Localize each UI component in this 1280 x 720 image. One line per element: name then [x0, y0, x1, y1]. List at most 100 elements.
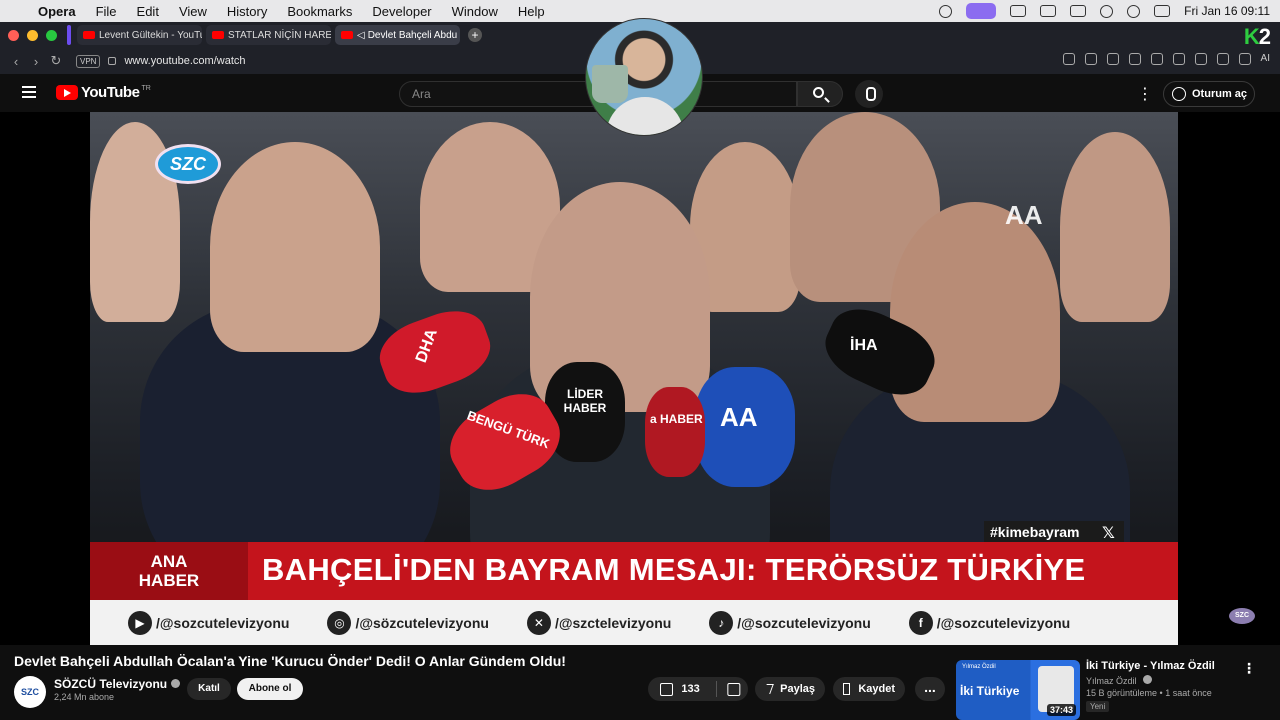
cube-icon[interactable] [1238, 53, 1251, 65]
mic-label: LİDER HABER [563, 387, 607, 415]
recommended-thumbnail[interactable]: Yılmaz Özdil İki Türkiye 37:43 [956, 660, 1080, 720]
menu-bookmarks[interactable]: Bookmarks [287, 4, 352, 19]
save-button[interactable]: Kaydet [833, 677, 905, 701]
play-icon[interactable] [1150, 53, 1163, 65]
speaker-icon[interactable]: ◁ [357, 30, 365, 41]
x-icon: ✕ [526, 610, 551, 635]
menu-edit[interactable]: Edit [137, 4, 159, 19]
social-handle: /@sozcutelevizyonu [156, 614, 290, 631]
focus-moon-icon[interactable] [1100, 4, 1114, 18]
camera-icon[interactable] [1084, 53, 1097, 65]
channel-avatar[interactable]: SZC [14, 676, 46, 708]
youtube-favicon-icon [341, 31, 353, 39]
new-badge: Yeni [1086, 701, 1110, 712]
zoom-window-button[interactable] [46, 29, 57, 41]
menu-window[interactable]: Window [452, 4, 498, 19]
social-youtube: ▶ /@sozcutelevizyonu [128, 610, 290, 635]
window-controls [8, 29, 57, 41]
reload-button[interactable]: ↻ [46, 53, 66, 69]
search-button[interactable] [797, 81, 843, 107]
battery-icon[interactable] [1070, 5, 1087, 17]
menu-clock[interactable]: Fri Jan 16 09:11 [1184, 4, 1270, 18]
tag-line-1: ANA [150, 552, 188, 571]
menu-file[interactable]: File [96, 4, 117, 19]
social-handle: /@szctelevizyonu [554, 614, 672, 631]
social-x: ✕ /@szctelevizyonu [526, 610, 672, 635]
share-button[interactable]: Paylaş [755, 677, 825, 701]
download-icon[interactable] [1194, 53, 1207, 65]
menu-history[interactable]: History [227, 4, 267, 19]
video-title: Devlet Bahçeli Abdullah Öcalan'a Yine 'K… [14, 653, 566, 669]
address-bar[interactable]: www.youtube.com/watch [124, 55, 245, 67]
screen-record-icon[interactable] [966, 3, 997, 19]
back-button[interactable]: ‹ [6, 54, 26, 69]
divider [715, 681, 717, 697]
social-handle: /@sozcutelevizyonu [737, 614, 871, 631]
menu-help[interactable]: Help [518, 4, 545, 19]
search-icon [813, 87, 824, 98]
subscriber-count: 2,24 Mn abone [54, 692, 115, 702]
menu-view[interactable]: View [179, 4, 207, 19]
ai-button[interactable]: AI [1261, 53, 1270, 65]
recommended-menu-icon[interactable]: ⋮ [1242, 660, 1256, 677]
sozcu-channel-logo: SZC [155, 144, 221, 184]
youtube-icon: ▶ [128, 610, 152, 635]
video-duration: 37:43 [1046, 704, 1076, 716]
lock-icon[interactable] [108, 57, 117, 65]
settings-menu-icon[interactable]: ⋮ [1137, 84, 1153, 104]
forward-button[interactable]: › [26, 54, 46, 69]
shield-icon[interactable] [1106, 53, 1119, 65]
now-playing-icon[interactable] [1127, 4, 1141, 18]
recommended-channel-name[interactable]: Yılmaz Özdil [1086, 676, 1137, 686]
vpn-status-icon[interactable] [939, 4, 953, 18]
subscribe-button[interactable]: Abone ol [237, 678, 303, 700]
instagram-icon: ◎ [327, 610, 352, 635]
menu-status-area: Fri Jan 16 09:11 [939, 0, 1270, 22]
share-icon [763, 684, 774, 694]
tab-statlar[interactable]: STATLAR NİÇİN HAREKE [206, 25, 331, 45]
sign-in-button[interactable]: Oturum aç [1163, 81, 1255, 107]
vpn-badge[interactable]: VPN [76, 54, 101, 68]
recommended-channel[interactable]: Yılmaz Özdil [1086, 675, 1153, 686]
verified-icon [1143, 675, 1153, 684]
country-code: TR [141, 85, 151, 92]
address-actions: AI [1062, 53, 1270, 65]
control-center-icon[interactable] [1154, 5, 1171, 17]
hamburger-menu-icon[interactable] [22, 86, 38, 98]
corner-watermark: SZC [1229, 608, 1255, 624]
voice-search-button[interactable] [855, 80, 883, 108]
youtube-favicon-icon [83, 31, 95, 39]
channel-name-row[interactable]: SÖZCÜ Televizyonu [54, 677, 181, 691]
social-facebook: f /@sozcutelevizyonu [908, 610, 1070, 635]
recommended-title[interactable]: İki Türkiye - Yılmaz Özdil [1086, 660, 1215, 672]
display-icon[interactable] [1040, 5, 1057, 17]
like-icon[interactable] [660, 682, 674, 696]
tag-line-2: HABER [138, 571, 200, 590]
recommended-video[interactable]: Yılmaz Özdil İki Türkiye 37:43 İki Türki… [956, 660, 1266, 720]
more-actions-button[interactable]: ... [915, 677, 945, 701]
recommended-meta: 15 B görüntüleme • 1 saat önce [1086, 688, 1212, 698]
like-count[interactable]: 133 [681, 683, 699, 695]
join-button[interactable]: Katıl [187, 678, 231, 700]
close-window-button[interactable] [8, 29, 19, 41]
youtube-logo[interactable]: YouTube TR [56, 84, 151, 101]
minimize-window-button[interactable] [27, 29, 38, 41]
channel-name[interactable]: SÖZCÜ Televizyonu [54, 677, 167, 691]
tab-devlet-bahceli[interactable]: ◁ Devlet Bahçeli Abdu [335, 25, 460, 45]
menu-developer[interactable]: Developer [372, 4, 431, 19]
menu-app-name[interactable]: Opera [38, 4, 76, 19]
edit-icon[interactable] [1062, 53, 1075, 65]
anadolu-agency-logo: AA [1005, 200, 1043, 230]
profile-icon[interactable] [1216, 53, 1229, 65]
tab-levent-gultekin[interactable]: Levent Gültekin - YouTube [77, 25, 202, 45]
sign-in-label: Oturum aç [1192, 88, 1248, 100]
heart-icon[interactable] [1172, 53, 1185, 65]
extension-status-icon[interactable] [1010, 5, 1027, 17]
dislike-icon[interactable] [726, 682, 740, 696]
new-tab-button[interactable]: + [468, 28, 482, 42]
thumb-caption: Yılmaz Özdil [962, 664, 996, 670]
video-player[interactable]: DHA LİDER HABER BENGÜ TÜRK AA İHA a HABE… [0, 112, 1280, 645]
translate-icon[interactable] [1128, 53, 1141, 65]
sidebar-toggle[interactable] [67, 25, 71, 45]
share-label: Paylaş [780, 683, 815, 695]
